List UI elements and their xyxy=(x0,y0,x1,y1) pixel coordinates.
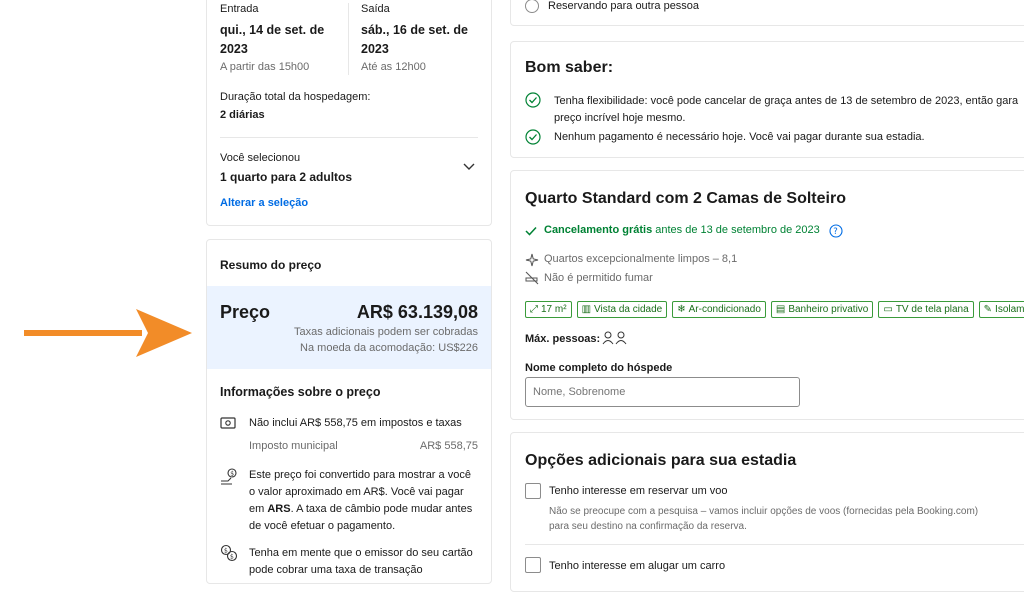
selected-label: Você selecionou xyxy=(220,152,301,164)
price-summary-card: Resumo do preço Preço AR$ 63.139,08 Taxa… xyxy=(206,239,492,584)
area-icon: ⤢ xyxy=(530,304,538,315)
good-to-know-card: Bom saber: Tenha flexibilidade: você pod… xyxy=(510,41,1024,158)
taxes-note: Taxas adicionais podem ser cobradas xyxy=(293,326,478,338)
amenity-chip: ⤢ 17 m² xyxy=(525,301,572,318)
checkmark-icon xyxy=(525,226,537,236)
section-divider xyxy=(220,137,478,138)
currency-exchange-icon: $ xyxy=(221,468,237,485)
check-circle-icon xyxy=(525,129,541,145)
flight-note: Não se preocupe com a pesquisa – vamos i… xyxy=(549,506,979,532)
change-selection-link[interactable]: Alterar a seleção xyxy=(220,197,308,209)
booking-for-other-radio[interactable] xyxy=(525,0,539,13)
checkin-label: Entrada xyxy=(220,3,259,15)
city-icon: ▥ xyxy=(581,304,592,315)
booking-for-card: Reservando para outra pessoa xyxy=(510,0,1024,26)
flight-label[interactable]: Tenho interesse em reservar um voo xyxy=(549,485,728,497)
checkout-time: Até as 12h00 xyxy=(361,61,426,73)
good-to-know-item-payment: Nenhum pagamento é necessário hoje. Você… xyxy=(554,131,925,143)
no-smoking-icon xyxy=(525,271,539,285)
svg-text:$: $ xyxy=(230,554,234,561)
amenity-chip: ✎Isolame xyxy=(978,301,1024,318)
municipal-tax-label: Imposto municipal xyxy=(249,440,338,452)
amenity-chip: ▭ TV de tela plana xyxy=(878,301,974,318)
amenity-chip: ▥ Vista da cidade xyxy=(576,301,668,318)
municipal-tax-value: AR$ 558,75 xyxy=(419,440,478,452)
person-icon xyxy=(602,331,627,345)
checkin-time: A partir das 15h00 xyxy=(220,61,310,73)
guest-name-label: Nome completo do hóspede xyxy=(525,362,673,374)
money-icon xyxy=(220,417,236,429)
checkout-date: sáb., 16 de set. de 2023 xyxy=(361,23,468,56)
car-checkbox[interactable] xyxy=(525,557,541,573)
svg-text:$: $ xyxy=(224,548,228,555)
date-divider xyxy=(348,3,349,75)
room-title: Quarto Standard com 2 Camas de Solteiro xyxy=(525,190,846,207)
check-circle-icon xyxy=(525,92,541,108)
booking-for-other-label[interactable]: Reservando para outra pessoa xyxy=(548,0,699,12)
sparkle-icon xyxy=(525,253,539,267)
card-fee-text: Tenha em mente que o emissor do seu cart… xyxy=(249,547,473,576)
price-info-title: Informações sobre o preço xyxy=(220,385,381,399)
tax-excluded-text: Não inclui AR$ 558,75 em impostos e taxa… xyxy=(249,417,462,429)
flight-checkbox[interactable] xyxy=(525,483,541,499)
svg-text:$: $ xyxy=(230,471,234,478)
selected-value: 1 quarto para 2 adultos xyxy=(220,170,353,184)
free-cancellation-text: Cancelamento grátis antes de 13 de setem… xyxy=(544,224,820,236)
conversion-text: Este preço foi convertido para mostrar a… xyxy=(249,469,473,532)
insulation-icon: ✎ xyxy=(983,304,993,315)
price-label: Preço xyxy=(220,302,271,322)
checkin-date: qui., 14 de set. de 2023 xyxy=(220,23,325,56)
car-label[interactable]: Tenho interesse em alugar um carro xyxy=(549,560,725,572)
extras-title: Opções adicionais para sua estadia xyxy=(525,452,797,469)
checkout-label: Saída xyxy=(361,3,390,15)
question-icon[interactable]: ? xyxy=(829,224,843,238)
card-fee-icon: $ $ xyxy=(220,544,238,562)
tv-icon: ▭ xyxy=(883,304,893,315)
stay-details-card: Entrada qui., 14 de set. de 2023 A partir… xyxy=(206,0,492,226)
price-value: AR$ 63.139,08 xyxy=(356,302,478,322)
max-people-label: Máx. pessoas: xyxy=(525,333,601,345)
duration-label: Duração total da hospedagem: xyxy=(220,91,371,103)
amenity-chip: ❄ Ar-condicionado xyxy=(672,301,766,318)
currency-note: Na moeda da acomodação: US$226 xyxy=(300,342,478,354)
cleanliness-text: Quartos excepcionalmente limpos – 8,1 xyxy=(544,253,738,265)
svg-text:?: ? xyxy=(833,227,838,237)
duration-value: 2 diárias xyxy=(220,109,265,121)
bath-icon: ▤ xyxy=(775,304,786,315)
amenities-list: ⤢ 17 m² ▥ Vista da cidade ❄ Ar-condicionado… xyxy=(525,301,1024,318)
extras-card: Opções adicionais para sua estadia Tenho… xyxy=(510,432,1024,592)
guest-name-input[interactable] xyxy=(525,377,800,407)
price-highlight: Preço AR$ 63.139,08 Taxas adicionais pod… xyxy=(207,286,491,369)
chevron-down-icon[interactable] xyxy=(463,163,475,171)
good-to-know-title: Bom saber: xyxy=(525,59,614,76)
orange-arrow xyxy=(24,309,192,357)
room-card: Quarto Standard com 2 Camas de Solteiro … xyxy=(510,170,1024,420)
amenity-chip: ▤ Banheiro privativo xyxy=(770,301,874,318)
section-divider xyxy=(525,544,1024,545)
good-to-know-item-cancel: Tenha flexibilidade: você pode cancelar … xyxy=(554,95,1019,124)
snowflake-icon: ❄ xyxy=(677,304,686,315)
no-smoking-text: Não é permitido fumar xyxy=(544,272,653,284)
price-summary-title: Resumo do preço xyxy=(220,258,322,272)
